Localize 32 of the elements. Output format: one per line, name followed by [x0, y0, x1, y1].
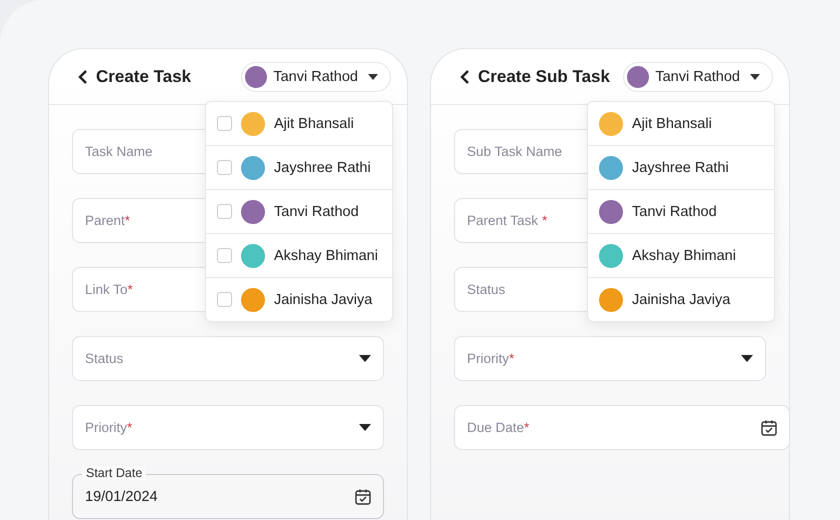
caret-icon [741, 355, 753, 362]
user-option[interactable]: Akshay Bhimani [206, 233, 392, 277]
back-chevron-icon [459, 68, 471, 84]
back-chevron-icon [77, 68, 89, 84]
caret-icon [750, 74, 760, 80]
user-option[interactable]: Ajit Bhansali [206, 102, 392, 145]
caret-icon [368, 74, 378, 80]
calendar-icon [355, 488, 371, 504]
user-option[interactable]: Jayshree Rathi [206, 145, 392, 189]
calendar-icon [761, 420, 777, 436]
checkbox[interactable] [217, 204, 232, 219]
back-button[interactable]: Create Task [77, 66, 192, 86]
select-field[interactable]: Priority* [72, 405, 384, 450]
caret-icon [359, 424, 371, 431]
user-option[interactable]: Jainisha Javiya [206, 277, 392, 321]
checkbox[interactable] [217, 116, 232, 131]
user-dropdown[interactable]: Tanvi Rathod [241, 62, 391, 92]
user-option[interactable]: Jayshree Rathi [588, 145, 774, 189]
user-option[interactable]: Tanvi Rathod [206, 189, 392, 233]
back-button[interactable]: Create Sub Task [459, 66, 610, 86]
user-option[interactable]: Akshay Bhimani [588, 233, 774, 277]
select-field[interactable]: Priority* [454, 336, 766, 381]
field-label: Start Date [82, 466, 146, 480]
user-option[interactable]: Ajit Bhansali [588, 102, 774, 145]
user-option[interactable]: Tanvi Rathod [588, 189, 774, 233]
user-option[interactable]: Jainisha Javiya [588, 277, 774, 321]
checkbox[interactable] [217, 292, 232, 307]
user-dropdown[interactable]: Tanvi Rathod [623, 62, 773, 92]
date-field[interactable]: Due Date* [454, 405, 790, 450]
caret-icon [359, 355, 371, 362]
checkbox[interactable] [217, 248, 232, 263]
checkbox[interactable] [217, 160, 232, 175]
